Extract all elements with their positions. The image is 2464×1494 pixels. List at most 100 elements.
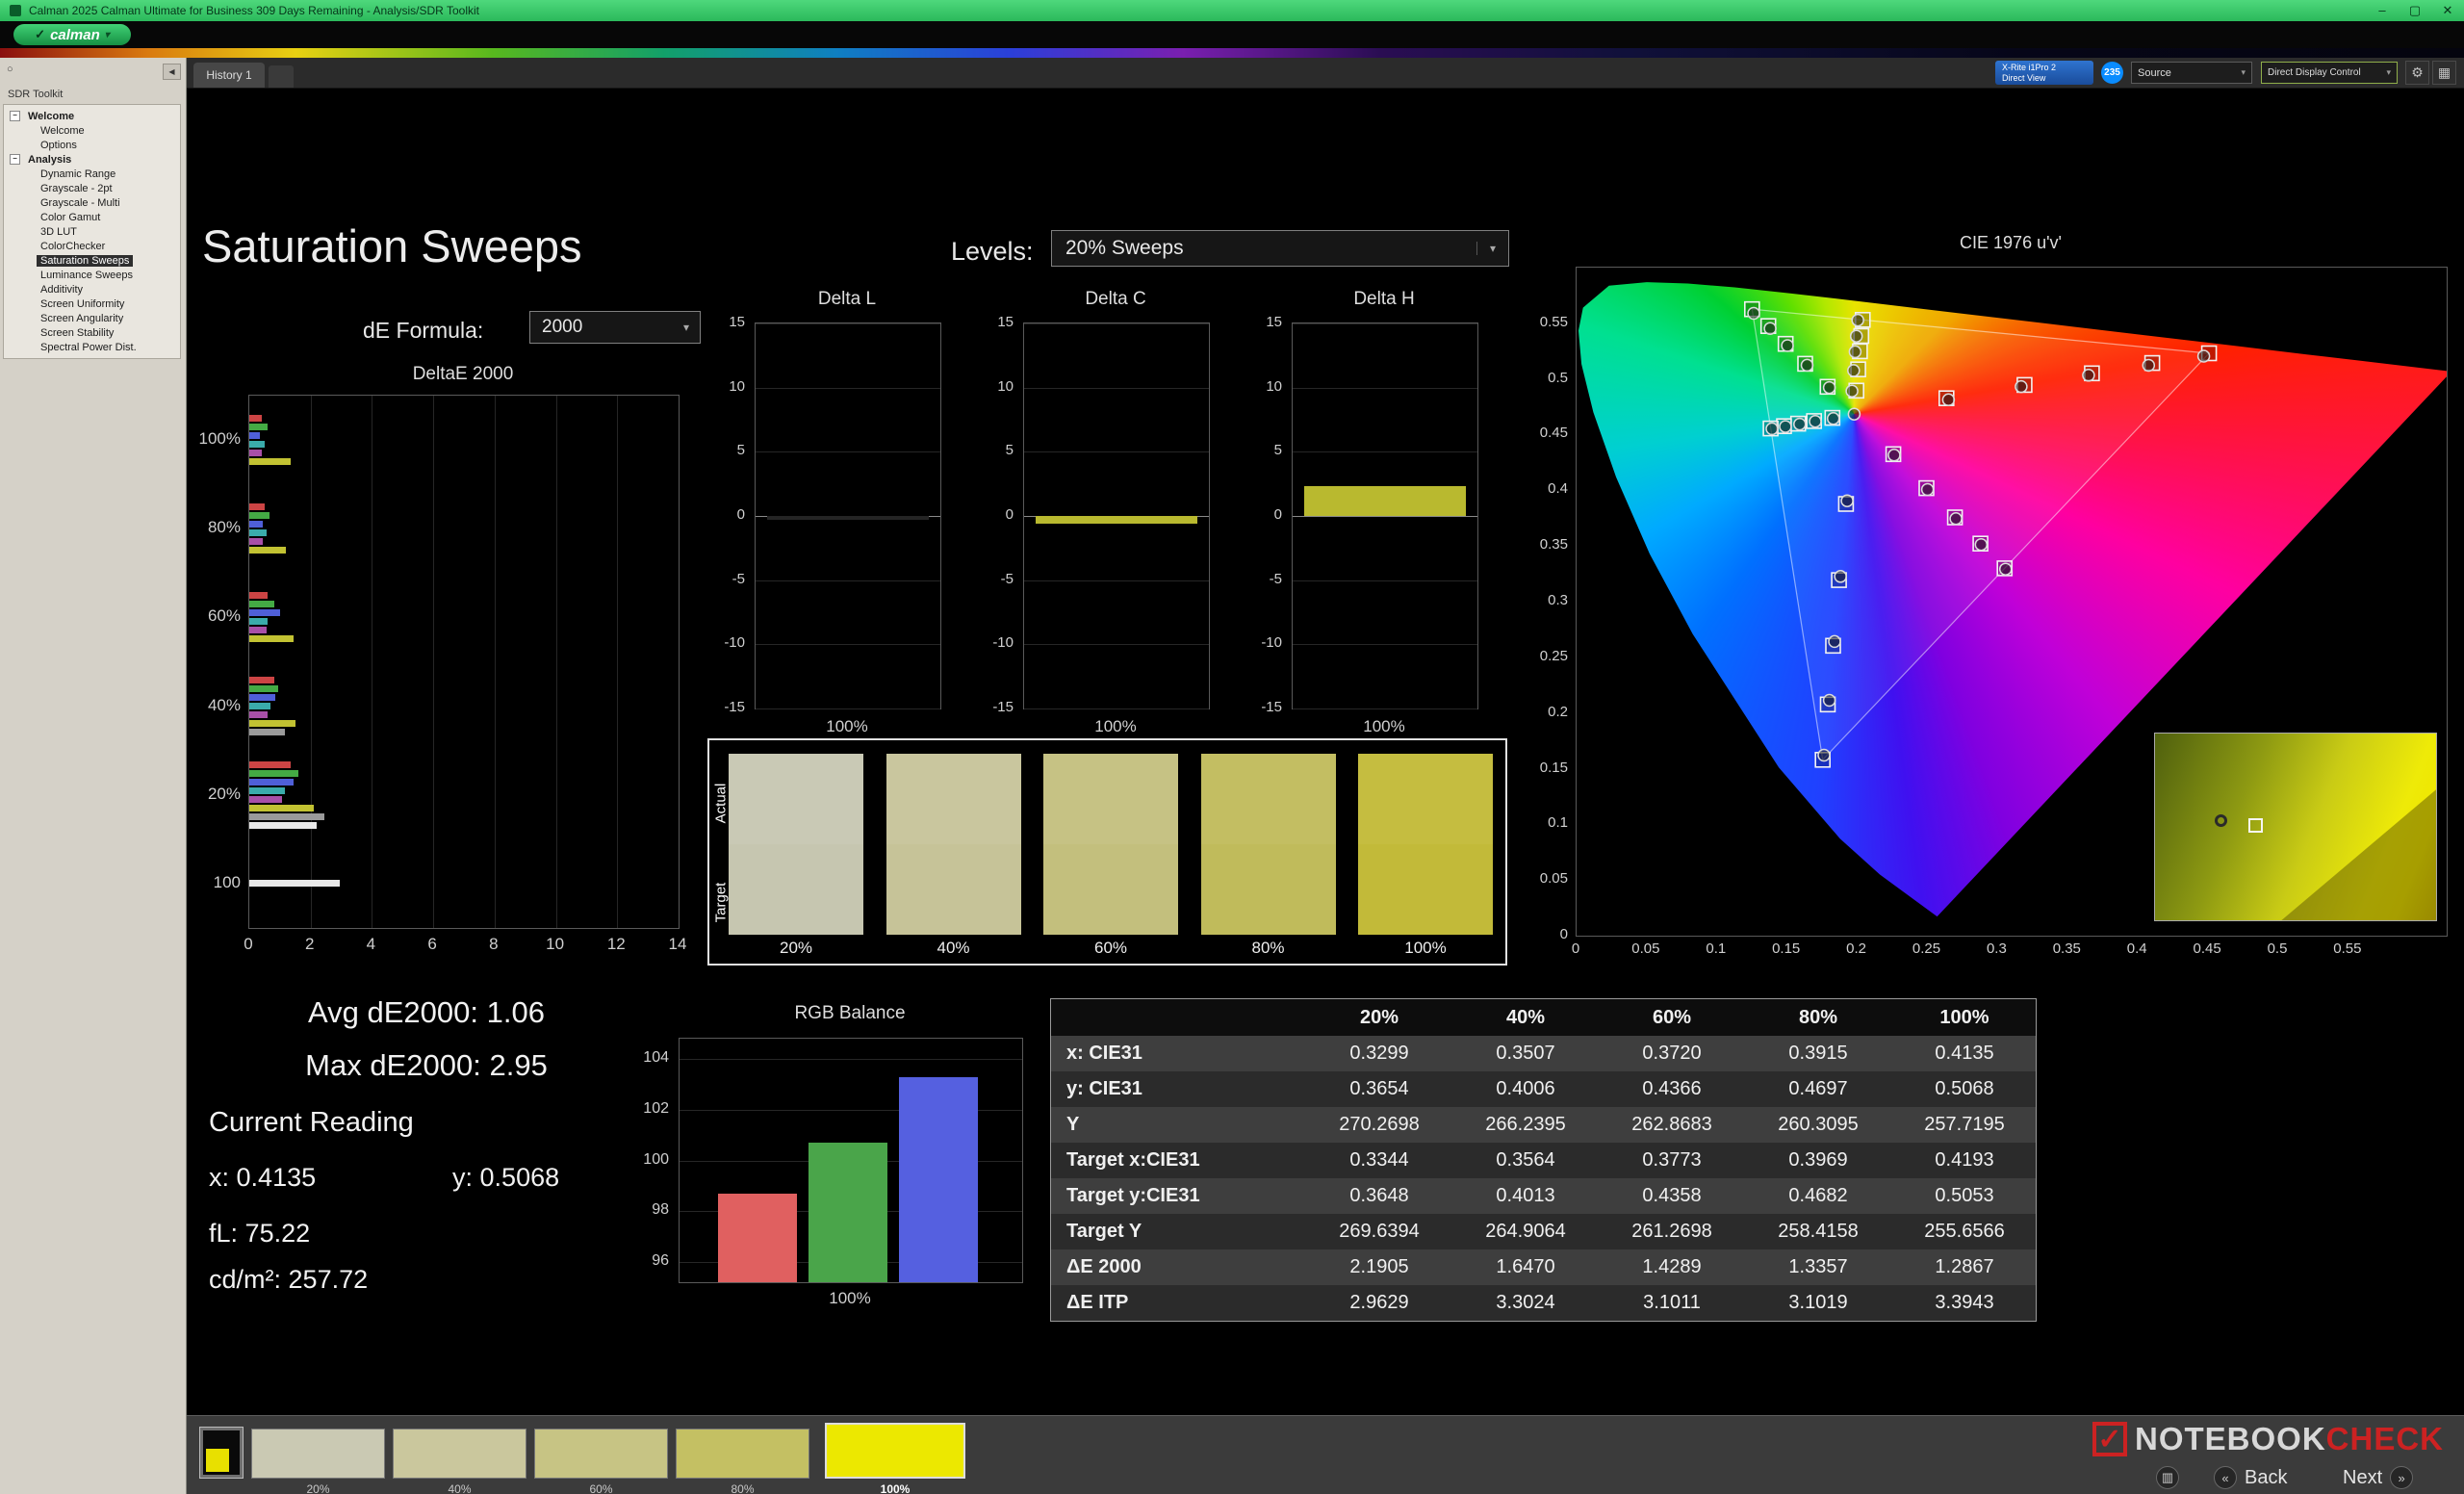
de-formula-label: dE Formula: — [363, 318, 483, 344]
table-cell: 0.5053 — [1891, 1178, 2038, 1214]
table-row-label: Y — [1051, 1107, 1306, 1143]
table-cell: 0.4013 — [1452, 1178, 1599, 1214]
sidebar-item-dynamic-range[interactable]: Dynamic Range — [4, 167, 180, 181]
table-cell: 1.6470 — [1452, 1249, 1599, 1285]
swatch-actual — [1043, 754, 1178, 844]
measurement-marker — [1888, 450, 1900, 461]
table-cell: 2.1905 — [1306, 1249, 1452, 1285]
filmstrip-tile-60%[interactable] — [534, 1429, 668, 1479]
table-row-label: ΔE ITP — [1051, 1285, 1306, 1321]
de-bar-80%-magenta — [249, 538, 263, 545]
y-axis-tick-label: 15 — [1215, 314, 1282, 330]
filmstrip-tile-20%[interactable] — [251, 1429, 385, 1479]
y-axis-tick-label: 0.55 — [1499, 314, 1568, 330]
filmstrip-tile-40%[interactable] — [393, 1429, 526, 1479]
y-axis-tick-label: 0 — [1215, 506, 1282, 523]
x-axis-tick-label: 12 — [597, 935, 635, 954]
sidebar-item-screen-uniformity[interactable]: Screen Uniformity — [4, 296, 180, 311]
close-button[interactable]: ✕ — [2431, 3, 2464, 18]
tree-expander-icon[interactable]: − — [10, 111, 20, 121]
gridline — [311, 396, 312, 928]
measurement-marker — [1922, 484, 1934, 496]
sidebar-item-grayscale-multi[interactable]: Grayscale - Multi — [4, 195, 180, 210]
filmstrip-tile-80%[interactable] — [676, 1429, 809, 1479]
gridline — [1024, 323, 1209, 324]
sidebar-item-luminance-sweeps[interactable]: Luminance Sweeps — [4, 268, 180, 282]
window-tile-button[interactable]: ▥ — [2156, 1466, 2179, 1489]
measurement-marker — [1848, 365, 1860, 376]
measurement-marker — [2198, 350, 2210, 362]
gridline — [495, 396, 496, 928]
next-button[interactable]: Next » — [2343, 1466, 2413, 1489]
delta-e-2000-chart: DeltaE 2000 02468101214100%80%60%40%20%1… — [173, 362, 732, 959]
tab-history-1[interactable]: History 1 — [193, 63, 265, 88]
swatch-label: 80% — [1201, 939, 1336, 958]
calman-logo-button[interactable]: ✓ calman ▾ — [13, 24, 131, 45]
chart-title: DeltaE 2000 — [248, 364, 678, 385]
y-axis-tick-label: 0.05 — [1499, 870, 1568, 887]
sidebar-item-screen-angularity[interactable]: Screen Angularity — [4, 311, 180, 325]
y-axis-tick-label: -10 — [946, 634, 1014, 651]
layout-grid-button[interactable]: ▦ — [2432, 61, 2456, 85]
meter-button[interactable]: X-Rite i1Pro 2 Direct View — [1995, 61, 2093, 85]
measurement-marker — [1764, 322, 1776, 334]
minimize-button[interactable]: – — [2366, 3, 2399, 18]
y-axis-tick-label: 96 — [602, 1252, 669, 1270]
filmstrip-tile-label: 100% — [825, 1482, 965, 1494]
sidebar-item-color-gamut[interactable]: Color Gamut — [4, 210, 180, 224]
sidebar-item-colorchecker[interactable]: ColorChecker — [4, 239, 180, 253]
filmstrip-tile-100%[interactable] — [825, 1423, 965, 1479]
measurement-marker — [1782, 340, 1793, 351]
next-label: Next — [2343, 1467, 2382, 1489]
display-control-dropdown[interactable]: Direct Display Control ▾ — [2261, 62, 2398, 84]
tab-stub[interactable] — [269, 65, 294, 88]
maximize-button[interactable]: ▢ — [2399, 3, 2431, 18]
spectrum-strip — [0, 48, 2464, 58]
table-cell: 0.5068 — [1891, 1071, 2038, 1107]
sidebar-item-analysis[interactable]: −Analysis — [4, 152, 180, 167]
y-axis-tick-label: -15 — [1215, 699, 1282, 715]
table-cell: 269.6394 — [1306, 1214, 1452, 1249]
pin-icon[interactable]: ○ — [7, 64, 13, 75]
rgb-plot — [679, 1038, 1023, 1283]
table-row-label: y: CIE31 — [1051, 1071, 1306, 1107]
table-cell: 0.3969 — [1745, 1143, 1891, 1178]
tile-icon: ▥ — [2156, 1466, 2179, 1489]
sidebar-item-label: Screen Uniformity — [37, 298, 128, 310]
y-axis-tick-label: -15 — [946, 699, 1014, 715]
gridline — [756, 388, 940, 389]
sidebar-item-saturation-sweeps[interactable]: Saturation Sweeps — [4, 253, 180, 268]
mini-plot — [755, 322, 941, 709]
x-axis-tick-label: 8 — [475, 935, 513, 954]
settings-gear-button[interactable]: ⚙ — [2405, 61, 2429, 85]
sidebar-item-label: ColorChecker — [37, 241, 109, 252]
sidebar-item-spectral-power-dist-[interactable]: Spectral Power Dist. — [4, 340, 180, 354]
sidebar-item-options[interactable]: Options — [4, 138, 180, 152]
levels-dropdown[interactable]: 20% Sweeps ▾ — [1051, 230, 1509, 267]
de-formula-dropdown[interactable]: 2000 ▾ — [529, 311, 701, 344]
meter-status-badge[interactable]: 235 — [2101, 62, 2123, 84]
swatch-target — [729, 844, 863, 935]
swatch-label: 20% — [729, 939, 863, 958]
back-button[interactable]: « Back — [2214, 1466, 2287, 1489]
sidebar-item-additivity[interactable]: Additivity — [4, 282, 180, 296]
sidebar-item-grayscale-2pt[interactable]: Grayscale - 2pt — [4, 181, 180, 195]
de-bar-20%-blue — [249, 779, 294, 786]
measurement-marker — [1849, 346, 1861, 357]
swatch-label: 40% — [886, 939, 1021, 958]
sidebar-item-welcome[interactable]: Welcome — [4, 123, 180, 138]
sidebar-item-screen-stability[interactable]: Screen Stability — [4, 325, 180, 340]
x-axis-tick-label: 0 — [229, 935, 268, 954]
source-dropdown[interactable]: Source ▾ — [2131, 62, 2252, 84]
x-axis-label: 100% — [755, 717, 939, 736]
sidebar-collapse-button[interactable]: ◀ — [163, 64, 181, 80]
table-cell: 0.3507 — [1452, 1036, 1599, 1071]
filmstrip-tile-cover[interactable] — [199, 1427, 244, 1479]
de-bar-20%-red — [249, 761, 291, 768]
calman-app-window: Calman 2025 Calman Ultimate for Business… — [0, 0, 2464, 1494]
sidebar-item-3d-lut[interactable]: 3D LUT — [4, 224, 180, 239]
gridline — [1024, 580, 1209, 581]
tree-expander-icon[interactable]: − — [10, 154, 20, 165]
sidebar-item-welcome[interactable]: −Welcome — [4, 109, 180, 123]
sidebar-item-label: Welcome — [24, 111, 78, 122]
